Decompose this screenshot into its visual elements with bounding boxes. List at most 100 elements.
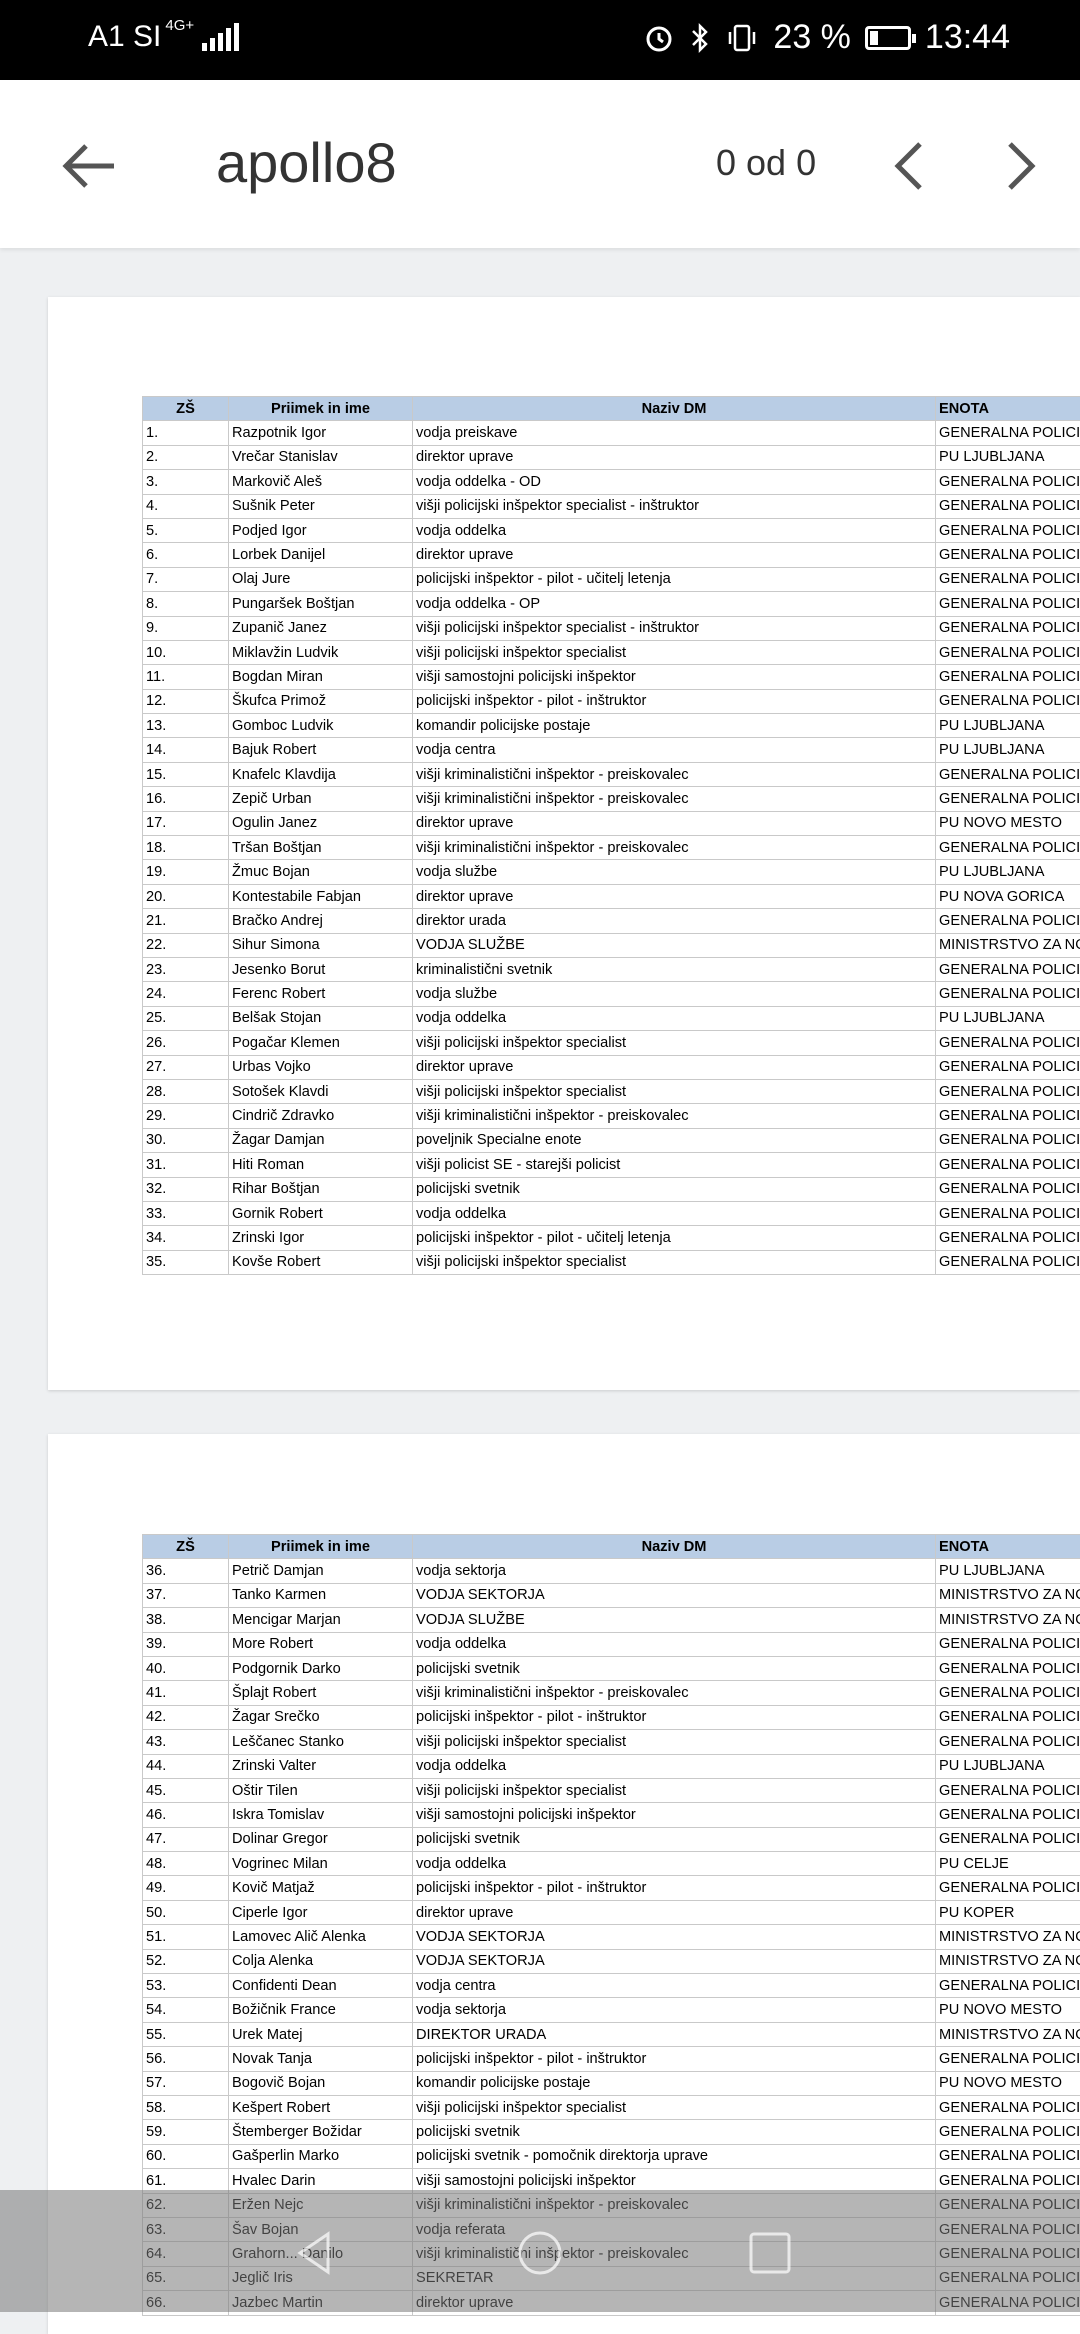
cell-position: višji policijski inšpektor specialist [413,1730,936,1754]
cell-number: 25. [143,1006,229,1030]
cell-name: Mencigar Marjan [229,1608,413,1632]
cell-number: 10. [143,640,229,664]
table-row: 7.Olaj Jurepolicijski inšpektor - pilot … [143,567,1080,591]
table-row: 1.Razpotnik Igorvodja preiskaveGENERALNA… [143,421,1080,445]
table-row: 51.Lamovec Alič AlenkaVODJA SEKTORJAMINI… [143,1925,1080,1949]
cell-name: Lamovec Alič Alenka [229,1925,413,1949]
back-triangle-icon[interactable] [290,2228,340,2278]
cell-name: Podjed Igor [229,518,413,542]
bluetooth-icon [689,22,711,54]
network-type-label: 4G+ [165,17,194,34]
chevron-left-icon[interactable] [880,134,940,198]
cell-position: vodja sektorja [413,1998,936,2022]
cell-unit: GENERALNA POLICIJ [936,1104,1080,1128]
cell-unit: GENERALNA POLICIJ [936,616,1080,640]
cell-name: Gomboc Ludvik [229,714,413,738]
cell-number: 33. [143,1201,229,1225]
back-arrow-icon[interactable] [58,134,122,198]
cell-position: vodja službe [413,860,936,884]
cell-number: 4. [143,494,229,518]
cell-number: 29. [143,1104,229,1128]
cell-position: policijski svetnik [413,1177,936,1201]
recents-square-icon[interactable] [745,2228,795,2278]
status-left: A1 SI 4G+ [88,20,239,54]
cell-name: Iskra Tomislav [229,1803,413,1827]
cell-unit: PU NOVA GORICA [936,884,1080,908]
cell-name: Pungaršek Boštjan [229,592,413,616]
search-query[interactable]: apollo8 [216,130,397,195]
cell-number: 18. [143,836,229,860]
cell-unit: PU LJUBLJANA [936,738,1080,762]
cell-number: 34. [143,1226,229,1250]
cell-name: Urbas Vojko [229,1055,413,1079]
table-row: 3.Markovič Alešvodja oddelka - ODGENERAL… [143,470,1080,494]
battery-icon [865,26,911,50]
cell-position: višji samostojni policijski inšpektor [413,1803,936,1827]
table-row: 18.Tršan Boštjanvišji kriminalistični in… [143,836,1080,860]
match-count: 0 od 0 [716,142,816,184]
cell-unit: GENERALNA POLICIJ [936,1876,1080,1900]
cell-number: 42. [143,1705,229,1729]
cell-number: 20. [143,884,229,908]
cell-number: 19. [143,860,229,884]
status-bar: A1 SI 4G+ 23 % 13:44 [0,0,1080,80]
cell-position: direktor uprave [413,811,936,835]
cell-position: višji kriminalistični inšpektor - preisk… [413,836,936,860]
cell-number: 44. [143,1754,229,1778]
cell-number: 58. [143,2095,229,2119]
cell-number: 6. [143,543,229,567]
cell-name: Tršan Boštjan [229,836,413,860]
table-row: 32.Rihar Boštjanpolicijski svetnikGENERA… [143,1177,1080,1201]
table-row: 26.Pogačar Klemenvišji policijski inšpek… [143,1031,1080,1055]
cell-position: vodja službe [413,982,936,1006]
table-row: 12.Škufca Primožpolicijski inšpektor - p… [143,689,1080,713]
table-row: 52.Colja AlenkaVODJA SEKTORJAMINISTRSTVO… [143,1949,1080,1973]
table-row: 15.Knafelc Klavdijavišji kriminalistični… [143,762,1080,786]
cell-position: policijski svetnik [413,1827,936,1851]
table-row: 46.Iskra Tomislavvišji samostojni polici… [143,1803,1080,1827]
table-row: 28.Sotošek Klavdivišji policijski inšpek… [143,1079,1080,1103]
cell-position: komandir policijske postaje [413,714,936,738]
cell-unit: GENERALNA POLICIJ [936,1827,1080,1851]
table-row: 59.Štemberger Božidarpolicijski svetnikG… [143,2120,1080,2144]
clock: 13:44 [925,18,1010,57]
cell-unit: PU KOPER [936,1900,1080,1924]
table-row: 30.Žagar Damjanpoveljnik Specialne enote… [143,1128,1080,1152]
cell-number: 3. [143,470,229,494]
cell-unit: GENERALNA POLICIJ [936,2120,1080,2144]
cell-position: višji policijski inšpektor specialist - … [413,494,936,518]
table-row: 40.Podgornik Darkopolicijski svetnikGENE… [143,1656,1080,1680]
chevron-right-icon[interactable] [990,134,1050,198]
cell-name: Sotošek Klavdi [229,1079,413,1103]
document-page-1[interactable]: ZŠ Priimek in ime Naziv DM ENOTA 1.Razpo… [48,297,1080,1390]
cell-name: Novak Tanja [229,2047,413,2071]
cell-name: Belšak Stojan [229,1006,413,1030]
cell-unit: GENERALNA POLICIJ [936,1730,1080,1754]
cell-name: Leščanec Stanko [229,1730,413,1754]
cell-position: višji policijski inšpektor specialist [413,1250,936,1274]
cell-number: 17. [143,811,229,835]
cell-unit: PU NOVO MESTO [936,1998,1080,2022]
table-header-row: ZŠ Priimek in ime Naziv DM ENOTA [143,397,1080,421]
header-unit: ENOTA [936,1535,1080,1559]
cell-position: vodja centra [413,1974,936,1998]
table-row: 43.Leščanec Stankovišji policijski inšpe… [143,1730,1080,1754]
cell-unit: MINISTRSTVO ZA NO [936,1583,1080,1607]
cell-number: 57. [143,2071,229,2095]
home-circle-icon[interactable] [515,2228,565,2278]
cell-name: Ferenc Robert [229,982,413,1006]
cell-number: 51. [143,1925,229,1949]
table-row: 22.Sihur SimonaVODJA SLUŽBEMINISTRSTVO Z… [143,933,1080,957]
table-header-row: ZŠ Priimek in ime Naziv DM ENOTA [143,1535,1080,1559]
cell-name: Sušnik Peter [229,494,413,518]
cell-name: Žmuc Bojan [229,860,413,884]
cell-position: kriminalistični svetnik [413,957,936,981]
table-row: 14.Bajuk Robertvodja centraPU LJUBLJANA [143,738,1080,762]
header-position: Naziv DM [413,1535,936,1559]
cell-unit: GENERALNA POLICIJ [936,836,1080,860]
cell-position: direktor urada [413,909,936,933]
cell-name: Pogačar Klemen [229,1031,413,1055]
cell-number: 27. [143,1055,229,1079]
cell-number: 2. [143,445,229,469]
cell-unit: PU LJUBLJANA [936,445,1080,469]
